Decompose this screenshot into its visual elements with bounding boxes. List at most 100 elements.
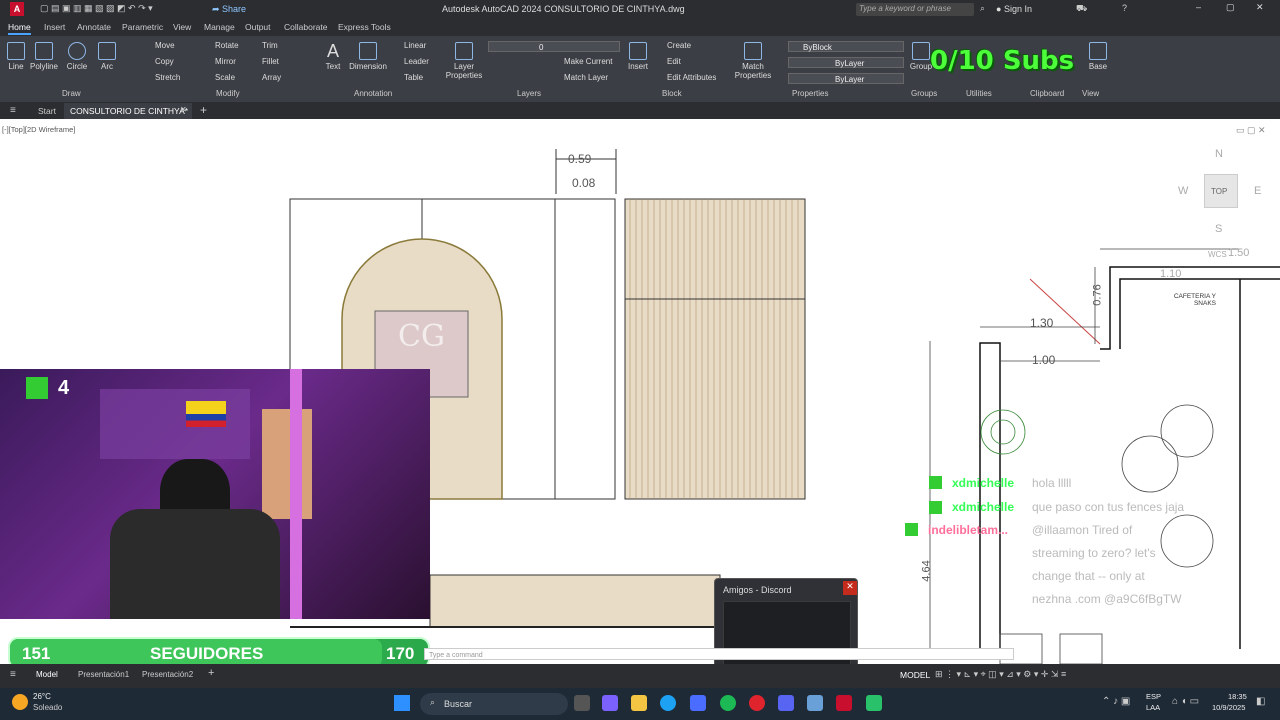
status-tool-icons[interactable]: ⊞ ⋮ ▾ ⊾ ▾ ⌖ ◫ ▾ ⊿ ▾ ⚙ ▾ ✛ ⇲ ≡ [935,669,1066,680]
weather-temp[interactable]: 26°C [33,692,51,701]
help-icon[interactable]: ? [1122,3,1127,13]
tab-parametric[interactable]: Parametric [122,22,163,32]
insert-tool[interactable]: Insert [626,42,650,71]
rotate-button[interactable]: Rotate [215,41,239,50]
tab-view[interactable]: View [173,22,191,32]
close-button[interactable]: ✕ [1256,2,1264,13]
panel-groups-label[interactable]: Groups [911,89,937,98]
autocad-taskbar-icon[interactable] [836,695,852,711]
spotify-icon[interactable] [720,695,736,711]
discord-icon[interactable] [778,695,794,711]
tab-model[interactable]: Model [36,670,58,679]
opera-icon[interactable] [749,695,765,711]
lineweight-dropdown[interactable]: ByLayer [788,73,904,84]
panel-draw-label[interactable]: Draw [62,89,81,98]
tab-collaborate[interactable]: Collaborate [284,22,327,32]
weather-desc[interactable]: Soleado [33,703,62,712]
stretch-button[interactable]: Stretch [155,73,180,82]
search-icon[interactable]: ⌕ [980,3,985,14]
weather-icon[interactable] [12,694,28,710]
polyline-tool[interactable]: Polyline [28,42,60,71]
model-space-toggle[interactable]: MODEL [900,670,930,680]
tab-home[interactable]: Home [8,22,31,35]
notification-icon[interactable]: ◧ [1256,696,1265,707]
text-tool[interactable]: A Text [322,42,344,71]
maximize-button[interactable]: ▢ [1226,2,1235,13]
task-view-icon[interactable] [574,695,590,711]
create-block-button[interactable]: Create [667,41,691,50]
cart-icon[interactable]: ⛟ [1076,3,1087,15]
viewcube[interactable]: TOP [1204,174,1238,208]
panel-modify-label[interactable]: Modify [216,89,240,98]
layer-dropdown[interactable]: 0 [488,41,620,52]
lang-primary[interactable]: ESP [1146,692,1161,701]
file-explorer-icon[interactable] [631,695,647,711]
add-layout-icon[interactable]: + [208,667,214,679]
tab-insert[interactable]: Insert [44,22,65,32]
autocad-logo-icon[interactable]: A [10,2,24,16]
make-current-button[interactable]: Make Current [564,57,612,66]
discord-preview-popup[interactable]: Amigos - Discord ✕ [714,578,858,678]
app-icon[interactable] [807,695,823,711]
layer-properties-tool[interactable]: Layer Properties [444,42,484,80]
store-icon[interactable] [690,695,706,711]
active-doc-tab[interactable]: CONSULTORIO DE CINTHYA* ✕ [64,103,192,119]
linetype-dropdown[interactable]: ByLayer [788,57,904,68]
quick-access-toolbar[interactable]: ▢ ▤ ▣ ▥ ▦ ▧ ▨ ◩ ↶ ↷ ▾ [40,3,153,14]
sign-in-button[interactable]: ● Sign In [996,4,1032,14]
fillet-button[interactable]: Fillet [262,57,279,66]
scale-button[interactable]: Scale [215,73,235,82]
dimension-tool[interactable]: Dimension [348,42,388,71]
edit-attributes-button[interactable]: Edit Attributes [667,73,716,82]
tab-express-tools[interactable]: Express Tools [338,22,391,32]
compass-n[interactable]: N [1215,148,1223,160]
windows-start-icon[interactable] [394,695,410,711]
layout-menu-icon[interactable]: ≡ [10,669,16,680]
match-properties-tool[interactable]: Match Properties [734,42,772,80]
clock-date[interactable]: 10/9/2025 [1212,703,1245,712]
wcs-menu[interactable]: WCS [1208,250,1227,259]
start-tab[interactable]: Start [38,106,56,116]
trim-button[interactable]: Trim [262,41,278,50]
panel-utilities-label[interactable]: Utilities [966,89,992,98]
tab-presentacion2[interactable]: Presentación2 [142,670,193,679]
edit-block-button[interactable]: Edit [667,57,681,66]
panel-properties-label[interactable]: Properties [792,89,828,98]
viewport-controls[interactable]: ▭ ▢ ✕ [1236,125,1266,136]
tab-annotate[interactable]: Annotate [77,22,111,32]
panel-layers-label[interactable]: Layers [517,89,541,98]
edge-icon[interactable] [660,695,676,711]
compass-s[interactable]: S [1215,223,1222,235]
search-input[interactable]: Type a keyword or phrase [856,3,974,16]
panel-annotation-label[interactable]: Annotation [354,89,392,98]
discord-close-icon[interactable]: ✕ [843,581,857,595]
tray-icons[interactable]: ⌃ ♪ ▣ [1102,696,1130,707]
share-button[interactable]: ➦ Share [212,4,246,15]
match-layer-button[interactable]: Match Layer [564,73,608,82]
base-tool[interactable]: Base [1086,42,1110,71]
copy-button[interactable]: Copy [155,57,174,66]
move-button[interactable]: Move [155,41,175,50]
leader-button[interactable]: Leader [404,57,429,66]
new-tab-icon[interactable]: + [200,103,207,117]
circle-tool[interactable]: Circle [64,42,90,71]
compass-e[interactable]: E [1254,185,1261,197]
panel-view-label[interactable]: View [1082,89,1099,98]
table-button[interactable]: Table [404,73,423,82]
lang-secondary[interactable]: LAA [1146,703,1160,712]
minimize-button[interactable]: – [1196,2,1201,12]
compass-w[interactable]: W [1178,185,1188,197]
tab-presentacion1[interactable]: Presentación1 [78,670,129,679]
panel-clipboard-label[interactable]: Clipboard [1030,89,1064,98]
clock-time[interactable]: 18:35 [1228,692,1247,701]
arc-tool[interactable]: Arc [96,42,118,71]
array-button[interactable]: Array [262,73,281,82]
menu-icon[interactable]: ≡ [10,105,16,116]
tab-output[interactable]: Output [245,22,271,32]
linear-button[interactable]: Linear [404,41,426,50]
mirror-button[interactable]: Mirror [215,57,236,66]
taskbar-search[interactable]: ⌕ Buscar [420,693,568,715]
command-line[interactable]: Type a command [424,648,1014,660]
network-sound-icons[interactable]: ⌂ ◖ ▭ [1172,696,1199,707]
color-dropdown[interactable]: ByBlock [788,41,904,52]
